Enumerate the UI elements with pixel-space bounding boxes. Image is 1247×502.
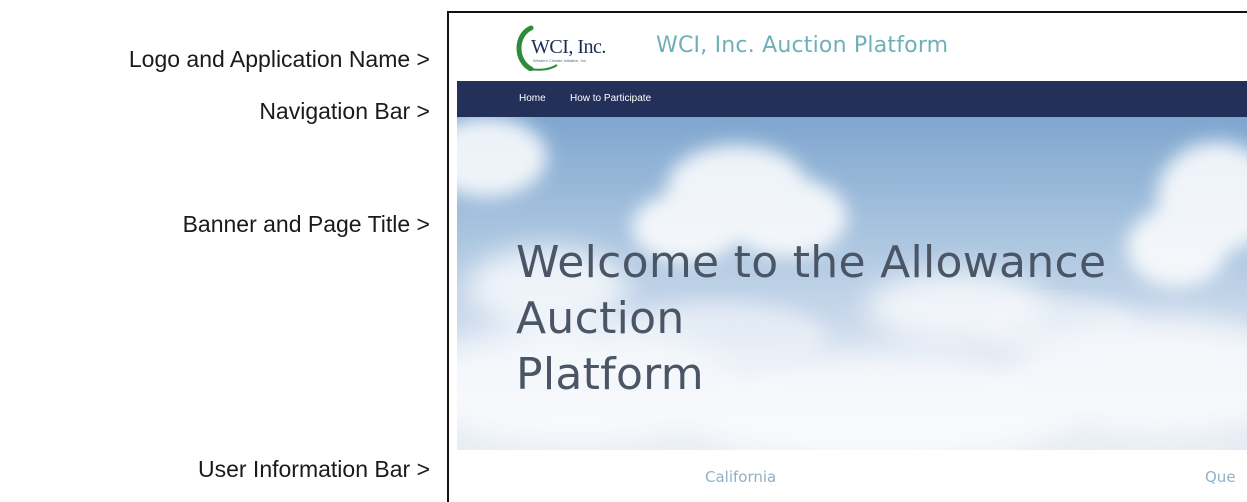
wci-logo[interactable]: WCI, Inc. Western Climate Initiative, In… <box>511 25 611 71</box>
page-title: Welcome to the Allowance Auction Platfor… <box>516 237 1107 400</box>
navigation-bar: Home How to Participate <box>457 81 1247 117</box>
annotation-logo-label: Logo and Application Name > <box>128 46 430 72</box>
user-information-bar: California Que <box>457 450 1247 502</box>
jurisdiction-quebec[interactable]: Que <box>1205 468 1236 486</box>
jurisdiction-california[interactable]: California <box>705 468 776 486</box>
logo-text: WCI, Inc. <box>531 36 606 58</box>
annotation-user-info-label: User Information Bar > <box>197 456 430 482</box>
app-screenshot: WCI, Inc. Western Climate Initiative, In… <box>447 11 1247 502</box>
nav-item-how-to-participate[interactable]: How to Participate <box>570 93 651 104</box>
annotation-banner-label: Banner and Page Title > <box>182 211 430 237</box>
app-name: WCI, Inc. Auction Platform <box>656 33 949 58</box>
nav-item-home[interactable]: Home <box>519 93 546 104</box>
annotation-nav-label: Navigation Bar > <box>259 98 430 124</box>
logo-tagline: Western Climate Initiative, Inc. <box>533 58 587 63</box>
annotated-screenshot: Logo and Application Name > Navigation B… <box>0 0 1247 502</box>
banner: Welcome to the Allowance Auction Platfor… <box>457 117 1247 450</box>
app-header: WCI, Inc. Western Climate Initiative, In… <box>449 13 1247 81</box>
